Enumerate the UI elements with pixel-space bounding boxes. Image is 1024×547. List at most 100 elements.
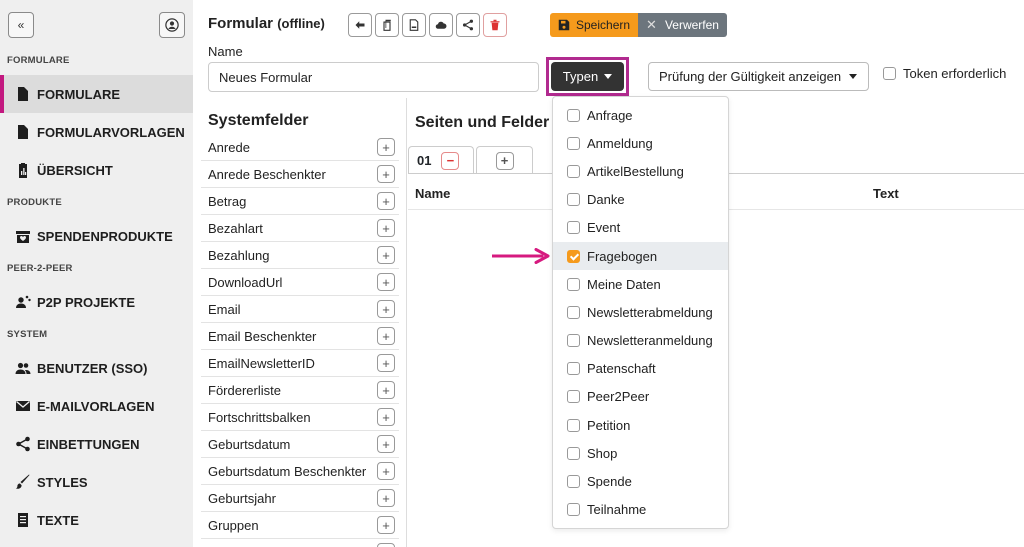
type-checkbox[interactable] [567, 446, 580, 460]
validation-select[interactable]: Prüfung der Gültigkeit anzeigen [648, 62, 869, 91]
type-checkbox[interactable] [567, 164, 580, 178]
typen-dropdown-button[interactable]: Typen [551, 62, 624, 91]
add-page-tab[interactable]: + [476, 146, 533, 174]
type-checkbox-checked[interactable] [567, 249, 580, 263]
type-checkbox[interactable] [567, 418, 580, 432]
dropdown-item-patenschaft[interactable]: Patenschaft [553, 355, 728, 383]
share-button[interactable] [456, 13, 480, 37]
dropdown-item-danke[interactable]: Danke [553, 186, 728, 214]
field-label: Bezahlart [208, 220, 263, 236]
add-field-button[interactable]: + [377, 165, 395, 183]
dropdown-item-newsletterabmeldung[interactable]: Newsletterabmeldung [553, 298, 728, 326]
back-button[interactable] [348, 13, 372, 37]
add-field-button[interactable]: + [377, 138, 395, 156]
sidebar-item-einbettungen[interactable]: EINBETTUNGEN [0, 425, 193, 463]
add-field-button[interactable]: + [377, 219, 395, 237]
type-checkbox[interactable] [567, 277, 580, 291]
sidebar-item-texte[interactable]: TEXTE [0, 501, 193, 539]
dropdown-item-artikelbestellung[interactable]: ArtikelBestellung [553, 157, 728, 185]
token-checkbox[interactable] [883, 67, 896, 80]
remove-page-button[interactable]: − [441, 151, 460, 170]
add-field-button[interactable]: + [377, 435, 395, 453]
name-input[interactable]: Neues Formular [208, 62, 539, 92]
add-field-button[interactable]: + [377, 381, 395, 399]
sidebar-item-formularvorlagen[interactable]: FORMULARVORLAGEN [0, 113, 193, 151]
column-header-name: Name [415, 186, 451, 201]
type-checkbox[interactable] [567, 136, 580, 150]
upload-cloud-button[interactable] [429, 13, 453, 37]
document-text-icon [14, 512, 31, 529]
add-field-button[interactable]: + [377, 327, 395, 345]
share-nodes-icon [462, 19, 474, 31]
add-field-button[interactable]: + [377, 192, 395, 210]
type-checkbox[interactable] [567, 362, 580, 376]
field-label: Fortschrittsbalken [208, 409, 311, 425]
dropdown-item-label: Shop [587, 445, 618, 461]
add-field-button[interactable]: + [377, 408, 395, 426]
field-label: Betrag [208, 193, 247, 209]
dropdown-item-anmeldung[interactable]: Anmeldung [553, 129, 728, 157]
add-field-button[interactable]: + [377, 489, 395, 507]
sidebar-item-benutzer[interactable]: BENUTZER (SSO) [0, 349, 193, 387]
sidebar-item-uebersicht[interactable]: ÜBERSICHT [0, 151, 193, 189]
toolbar [348, 13, 507, 37]
user-button[interactable] [159, 12, 185, 38]
add-field-button[interactable]: + [377, 543, 395, 547]
sidebar-item-p2p-projekte[interactable]: P2P PROJEKTE [0, 283, 193, 321]
dropdown-item-petition[interactable]: Petition [553, 411, 728, 439]
tab-page-01[interactable]: 01 − [408, 146, 474, 174]
typen-label: Typen [562, 69, 599, 84]
sidebar-item-spendenprodukte[interactable]: SPENDENPRODUKTE [0, 217, 193, 255]
caret-down-icon [604, 74, 613, 79]
token-label: Token erforderlich [903, 66, 1007, 81]
type-checkbox[interactable] [567, 305, 580, 319]
dropdown-item-meine-daten[interactable]: Meine Daten [553, 270, 728, 298]
sidebar-section-system: SYSTEM [7, 329, 48, 340]
add-field-button[interactable]: + [377, 273, 395, 291]
copy-button[interactable] [375, 13, 399, 37]
field-label: EmailNewsletterID [208, 355, 315, 371]
field-row-partial: + [201, 539, 399, 547]
field-row: Fördererliste + [201, 377, 399, 404]
caret-down-icon [849, 74, 858, 79]
add-field-button[interactable]: + [377, 516, 395, 534]
delete-button[interactable] [483, 13, 507, 37]
sidebar-item-emailvorlagen[interactable]: E-MAILVORLAGEN [0, 387, 193, 425]
dropdown-item-anfrage[interactable]: Anfrage [553, 101, 728, 129]
export-file-button[interactable] [402, 13, 426, 37]
type-checkbox[interactable] [567, 108, 580, 122]
discard-button[interactable]: ✕ Verwerfen [638, 13, 727, 37]
add-field-button[interactable]: + [377, 462, 395, 480]
dropdown-item-fragebogen[interactable]: Fragebogen [553, 241, 728, 271]
type-checkbox[interactable] [567, 193, 580, 207]
dropdown-item-spende[interactable]: Spende [553, 467, 728, 495]
dropdown-item-teilnahme[interactable]: Teilnahme [553, 496, 728, 524]
type-checkbox[interactable] [567, 221, 580, 235]
dropdown-item-label: ArtikelBestellung [587, 163, 684, 179]
dropdown-item-newsletteranmeldung[interactable]: Newsletteranmeldung [553, 327, 728, 355]
dropdown-item-event[interactable]: Event [553, 214, 728, 242]
dropdown-item-peer2peer[interactable]: Peer2Peer [553, 383, 728, 411]
field-row: Anrede + [201, 134, 399, 161]
dropdown-item-label: Peer2Peer [587, 389, 650, 405]
type-checkbox[interactable] [567, 390, 580, 404]
field-row: Gruppen + [201, 512, 399, 539]
field-row: DownloadUrl + [201, 269, 399, 296]
add-field-button[interactable]: + [377, 354, 395, 372]
add-page-button[interactable]: + [495, 151, 514, 170]
save-button[interactable]: Speichern [550, 13, 639, 37]
sidebar-item-label: E-MAILVORLAGEN [37, 398, 155, 414]
add-field-button[interactable]: + [377, 300, 395, 318]
dropdown-item-shop[interactable]: Shop [553, 439, 728, 467]
collapse-sidebar-button[interactable]: « [8, 12, 34, 38]
type-checkbox[interactable] [567, 503, 580, 517]
add-field-button[interactable]: + [377, 246, 395, 264]
share-nodes-icon [14, 436, 31, 453]
type-checkbox[interactable] [567, 475, 580, 489]
envelope-icon [14, 398, 31, 415]
sidebar-item-formulare[interactable]: FORMULARE [0, 75, 193, 113]
token-required[interactable]: Token erforderlich [883, 66, 1006, 81]
sidebar-item-styles[interactable]: STYLES [0, 463, 193, 501]
type-checkbox[interactable] [567, 334, 580, 348]
dropdown-item-label: Meine Daten [587, 276, 661, 292]
